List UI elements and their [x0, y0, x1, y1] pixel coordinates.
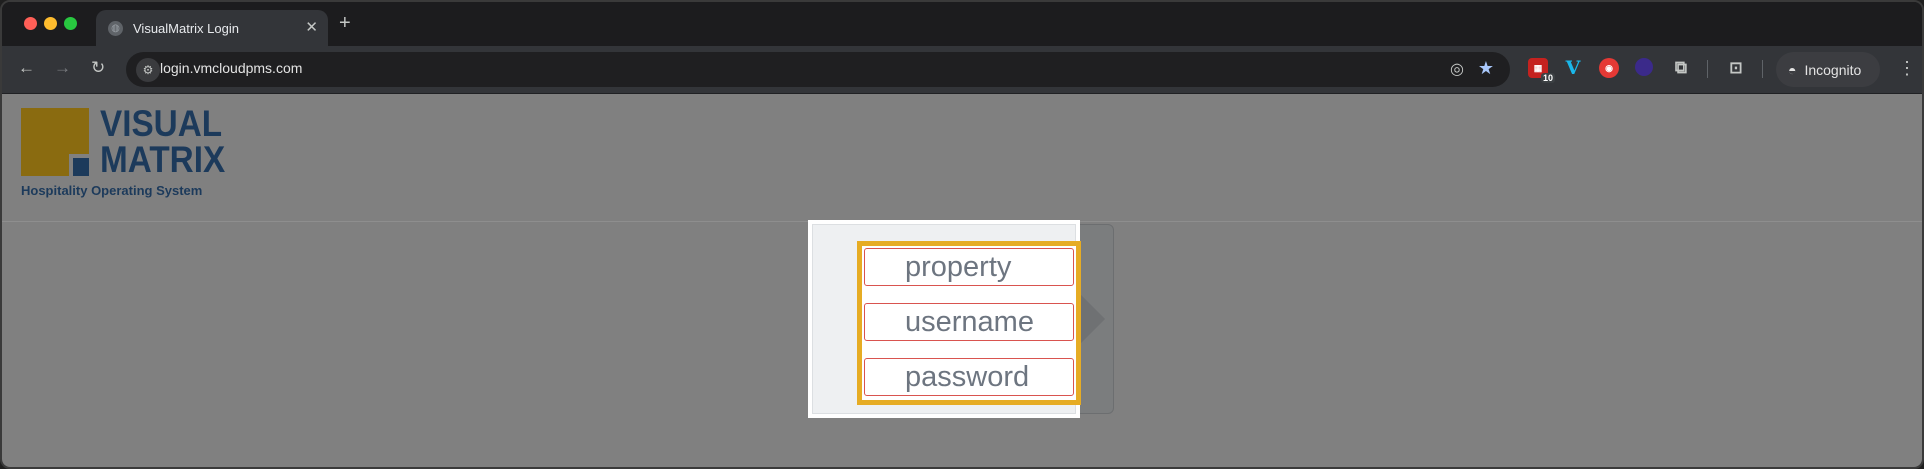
login-form	[857, 241, 1081, 405]
eye-off-icon[interactable]: ◎	[1450, 59, 1464, 79]
toolbar-divider	[1707, 60, 1708, 78]
tab-visualmatrix-login[interactable]: ◍ VisualMatrix Login ✕	[96, 10, 328, 46]
close-window-button[interactable]	[24, 17, 37, 30]
password-field[interactable]	[864, 358, 1074, 396]
username-input[interactable]	[865, 304, 1073, 340]
login-card-inner	[812, 224, 1081, 414]
back-button[interactable]: ←	[18, 58, 35, 78]
logo-word-visual: VISUAL	[100, 103, 223, 144]
login-card	[808, 220, 1081, 418]
new-tab-button[interactable]: +	[339, 12, 351, 35]
incognito-icon: ◓	[1788, 61, 1797, 78]
browser-menu-icon[interactable]: ⋮	[1898, 58, 1916, 79]
logo-word-matrix: MATRIX	[100, 139, 226, 180]
site-header: VISUAL MATRIX Hospitality Operating Syst…	[2, 94, 1922, 222]
password-input[interactable]	[865, 359, 1073, 395]
incognito-indicator[interactable]: ◓ Incognito	[1776, 52, 1880, 87]
calendar-extension-icon[interactable]: ▦ 10	[1528, 58, 1555, 83]
browser-window: ◍ VisualMatrix Login ✕ + ← → ↻ ⚙ login.v…	[0, 0, 1924, 469]
forward-button[interactable]: →	[54, 58, 71, 78]
incognito-label: Incognito	[1804, 61, 1862, 78]
property-input[interactable]	[865, 249, 1073, 285]
url-text[interactable]: login.vmcloudpms.com	[160, 60, 302, 76]
red-extension-icon[interactable]: ◉	[1599, 58, 1619, 78]
site-settings-icon[interactable]: ⚙	[136, 58, 160, 82]
logo-notch-mark	[73, 158, 89, 176]
maximize-window-button[interactable]	[64, 17, 77, 30]
address-bar[interactable]: ⚙ login.vmcloudpms.com ◎ ★	[126, 52, 1510, 87]
extensions-puzzle-icon[interactable]: ⧉	[1671, 58, 1691, 78]
minimize-window-button[interactable]	[44, 17, 57, 30]
bookmark-star-icon[interactable]: ★	[1478, 58, 1494, 79]
logo-tagline: Hospitality Operating System	[21, 183, 203, 198]
calendar-badge: 10	[1540, 73, 1555, 83]
page-viewport: VISUAL MATRIX Hospitality Operating Syst…	[2, 94, 1922, 467]
close-tab-icon[interactable]: ✕	[305, 19, 318, 37]
tab-strip: ◍ VisualMatrix Login ✕ +	[2, 2, 1922, 46]
purple-extension-icon[interactable]	[1635, 58, 1653, 76]
browser-toolbar: ← → ↻ ⚙ login.vmcloudpms.com ◎ ★ ▦ 10 V ◉…	[2, 46, 1922, 94]
property-field[interactable]	[864, 248, 1074, 286]
tab-title: VisualMatrix Login	[133, 20, 239, 36]
username-field[interactable]	[864, 303, 1074, 341]
reload-button[interactable]: ↻	[91, 58, 105, 78]
globe-icon: ◍	[108, 20, 123, 36]
tab-search-icon[interactable]: ⊡	[1726, 58, 1746, 78]
vimeo-extension-icon[interactable]: V	[1563, 57, 1583, 79]
toolbar-divider	[1762, 60, 1763, 78]
